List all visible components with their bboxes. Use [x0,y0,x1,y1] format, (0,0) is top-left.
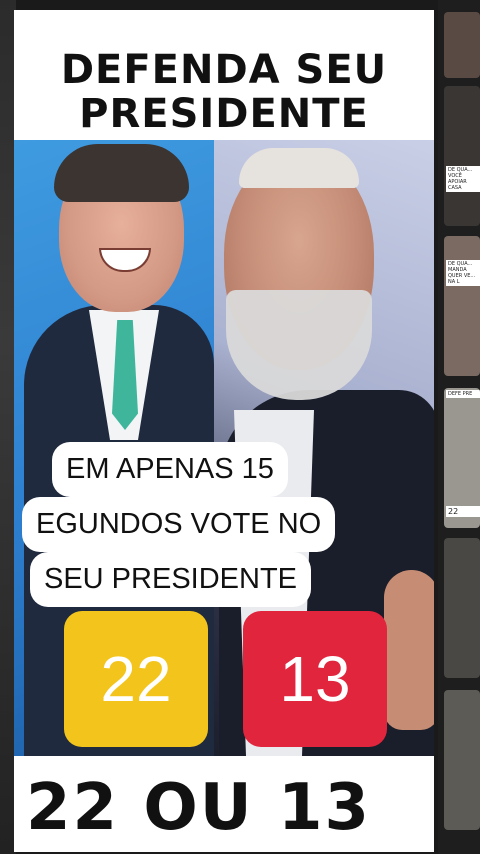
reel-card[interactable]: DEFENDA SEU PRESIDENTE EM APENAS 15 EGUN… [14,10,434,852]
related-video-thumbnail[interactable]: DE QUA... MANDA QUER VE... NA L [444,236,480,376]
thumbnail-caption: DE QUA... VOCÊ APOIAR CASA [446,166,480,192]
caption-line-2: EGUNDOS VOTE NO [22,497,336,552]
caption-overlay: EM APENAS 15 EGUNDOS VOTE NO SEU PRESIDE… [22,442,432,607]
related-video-thumbnail[interactable] [444,690,480,830]
headline: DEFENDA SEU PRESIDENTE [14,48,434,136]
bottom-banner-text: 22 OU 13 [26,771,372,845]
thumbnail-caption: DE QUA... MANDA QUER VE... NA L [446,260,480,286]
left-candidate-hair [54,144,189,202]
related-video-thumbnail[interactable] [444,12,480,78]
vote-option-22-button[interactable]: 22 [64,611,208,747]
thumbnail-caption: 22 [446,506,480,517]
right-candidate-hair [239,148,359,188]
headline-line-1: DEFENDA SEU [60,47,388,93]
caption-line-3: SEU PRESIDENTE [30,552,311,607]
related-video-thumbnail[interactable] [444,538,480,678]
thumbnail-caption: DEFE PRE [446,390,480,398]
headline-line-2: PRESIDENTE [79,91,369,137]
caption-line-1: EM APENAS 15 [52,442,288,497]
related-video-thumbnail[interactable]: DEFE PRE 22 [444,388,480,528]
related-videos-sidebar: DE QUA... VOCÊ APOIAR CASA DE QUA... MAN… [438,0,480,854]
vote-option-13-button[interactable]: 13 [243,611,387,747]
related-video-thumbnail[interactable]: DE QUA... VOCÊ APOIAR CASA [444,86,480,226]
